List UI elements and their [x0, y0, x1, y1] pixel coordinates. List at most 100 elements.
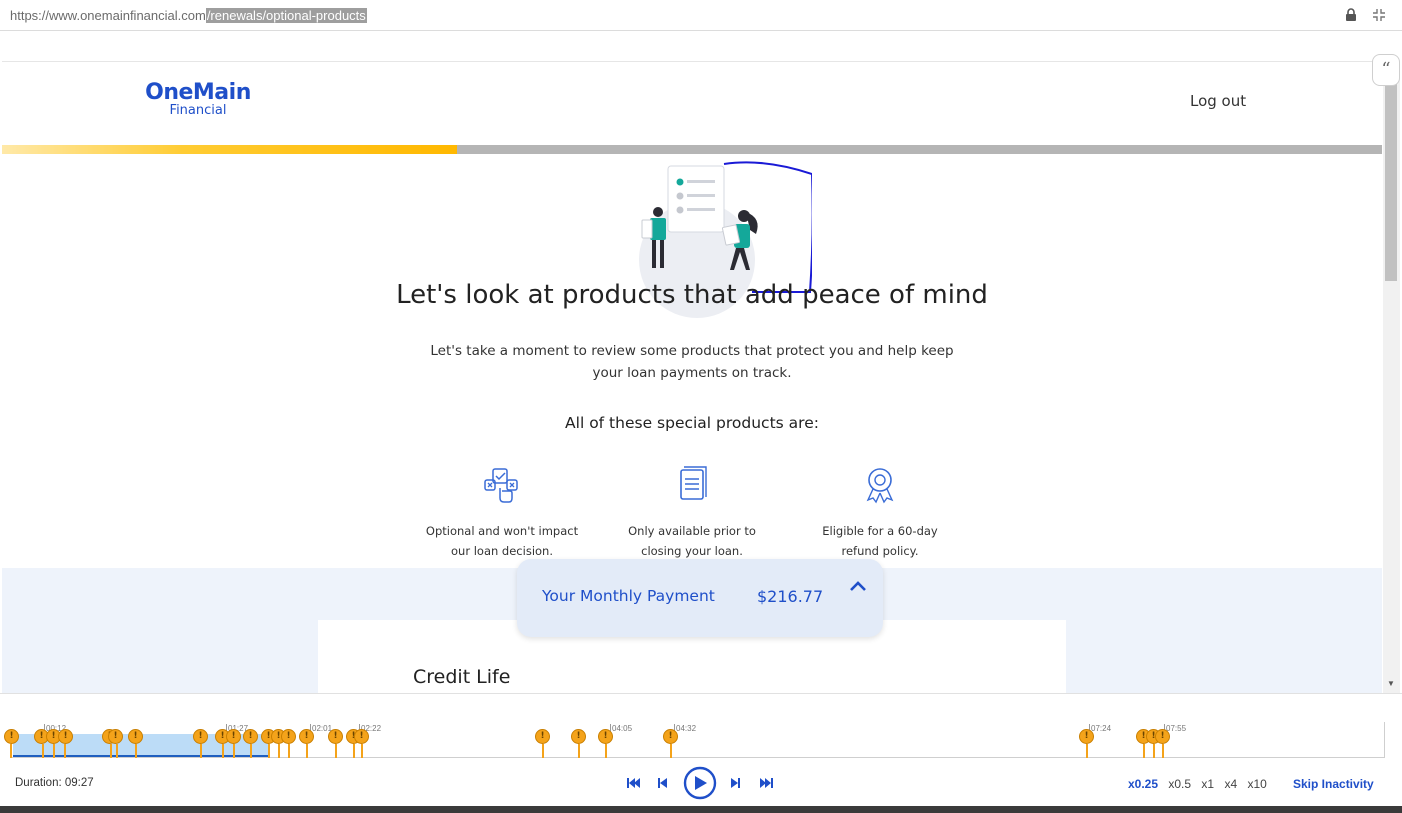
window-bottom-edge	[0, 806, 1402, 813]
event-marker-icon[interactable]: !	[1155, 729, 1170, 744]
event-marker-stem	[64, 744, 66, 758]
event-marker-icon[interactable]: !	[663, 729, 678, 744]
event-marker-stem	[200, 744, 202, 758]
choice-icon	[484, 468, 518, 503]
event-marker-stem	[110, 744, 112, 758]
replay-player: 00:12 01:27 02:01 02:22 04:05 04:32 07:2…	[0, 693, 1402, 813]
event-marker-stem	[1153, 744, 1155, 758]
feature-optional-line1: Optional and won't impact	[425, 524, 579, 538]
event-marker-stem	[268, 744, 270, 758]
event-marker-icon[interactable]: !	[354, 729, 369, 744]
feature-prior-closing: Only available prior to closing your loan…	[592, 466, 792, 561]
event-marker-stem	[578, 744, 580, 758]
monthly-payment-amount: $216.77	[757, 587, 824, 606]
progress-bar-fill	[2, 145, 458, 154]
feature-prior-closing-text: Only available prior to closing your loan…	[592, 521, 792, 561]
event-marker-icon[interactable]: !	[243, 729, 258, 744]
quote-icon[interactable]: “	[1372, 54, 1400, 86]
previous-icon[interactable]	[658, 778, 667, 788]
event-marker-icon[interactable]: !	[328, 729, 343, 744]
chevron-up-icon[interactable]	[849, 579, 867, 593]
event-marker-stem	[10, 744, 12, 758]
event-marker-stem	[1162, 744, 1164, 758]
page-scrollbar[interactable]: ▼	[1383, 61, 1400, 693]
event-marker-stem	[306, 744, 308, 758]
event-marker-icon[interactable]: !	[299, 729, 314, 744]
event-marker-stem	[53, 744, 55, 758]
frame-gap	[0, 31, 1402, 61]
event-marker-stem	[288, 744, 290, 758]
feature-refund: Eligible for a 60-day refund policy.	[780, 466, 980, 561]
expand-icon[interactable]	[1372, 8, 1386, 22]
document-icon	[680, 466, 707, 500]
feature-refund-line2: refund policy.	[841, 544, 919, 558]
speed-option[interactable]: x0.25	[1128, 777, 1158, 791]
logo-main-text: OneMain	[145, 80, 251, 105]
duration-label: Duration: 09:27	[15, 777, 94, 789]
event-marker-stem	[135, 744, 137, 758]
event-marker-icon[interactable]: !	[1079, 729, 1094, 744]
speed-option[interactable]: x10	[1247, 777, 1266, 791]
event-marker-stem	[335, 744, 337, 758]
playback-controls	[627, 766, 773, 800]
event-marker-stem	[605, 744, 607, 758]
event-marker-stem	[542, 744, 544, 758]
skip-inactivity-button[interactable]: Skip Inactivity	[1293, 777, 1374, 791]
event-marker-stem	[1143, 744, 1145, 758]
page-viewport: OneMain Financial Log out Let's look at …	[2, 61, 1382, 693]
address-bar[interactable]: https://www.onemainfinancial.com/renewal…	[0, 0, 1402, 31]
speed-option[interactable]: x0.5	[1168, 777, 1191, 791]
event-marker-icon[interactable]: !	[108, 729, 123, 744]
url-base: https://www.onemainfinancial.com	[10, 8, 206, 23]
timeline-time-label: 04:05	[612, 724, 633, 733]
timeline-time-label: 07:24	[1091, 724, 1112, 733]
feature-optional-line2: our loan decision.	[451, 544, 553, 558]
event-marker-icon[interactable]: !	[281, 729, 296, 744]
skip-to-end-icon[interactable]	[760, 778, 773, 788]
event-marker-icon[interactable]: !	[535, 729, 550, 744]
monthly-payment-panel[interactable]: Your Monthly Payment $216.77	[517, 559, 883, 637]
product-title-credit-life: Credit Life	[413, 666, 511, 688]
page-title: Let's look at products that add peace of…	[396, 280, 988, 310]
event-marker-stem	[42, 744, 44, 758]
speed-option[interactable]: x1	[1201, 777, 1214, 791]
scroll-down-arrow-icon[interactable]: ▼	[1387, 679, 1395, 688]
ribbon-award-icon	[866, 468, 894, 504]
speed-option[interactable]: x4	[1224, 777, 1237, 791]
scrollbar-thumb[interactable]	[1385, 69, 1397, 281]
feature-optional-text: Optional and won't impact our loan decisi…	[402, 521, 602, 561]
event-marker-stem	[353, 744, 355, 758]
event-marker-icon[interactable]: !	[226, 729, 241, 744]
event-marker-icon[interactable]: !	[58, 729, 73, 744]
feature-refund-text: Eligible for a 60-day refund policy.	[780, 521, 980, 561]
logo-sub-text: Financial	[169, 103, 227, 118]
skip-to-start-icon[interactable]	[627, 778, 640, 788]
feature-prior-closing-line2: closing your loan.	[641, 544, 743, 558]
timeline-time-label: 04:32	[676, 724, 697, 733]
next-icon[interactable]	[731, 778, 740, 788]
special-products-heading: All of these special products are:	[565, 414, 819, 432]
event-marker-stem	[233, 744, 235, 758]
event-marker-stem	[278, 744, 280, 758]
event-marker-icon[interactable]: !	[193, 729, 208, 744]
event-marker-stem	[222, 744, 224, 758]
play-icon[interactable]	[683, 766, 717, 800]
speed-selector: x0.25 x0.5 x1 x4 x10	[1128, 777, 1274, 791]
event-marker-stem	[116, 744, 118, 758]
onemain-logo[interactable]: OneMain Financial	[138, 80, 258, 118]
event-marker-icon[interactable]: !	[128, 729, 143, 744]
event-marker-stem	[670, 744, 672, 758]
monthly-payment-label: Your Monthly Payment	[542, 587, 715, 605]
event-marker-icon[interactable]: !	[4, 729, 19, 744]
url-text[interactable]: https://www.onemainfinancial.com/renewal…	[10, 8, 367, 23]
intro-text: Let's take a moment to review some produ…	[430, 343, 954, 381]
event-marker-icon[interactable]: !	[571, 729, 586, 744]
feature-refund-line1: Eligible for a 60-day	[822, 524, 938, 538]
event-marker-icon[interactable]: !	[598, 729, 613, 744]
event-marker-stem	[1086, 744, 1088, 758]
timeline-time-label: 07:55	[1166, 724, 1187, 733]
progress-bar	[2, 145, 1382, 154]
logout-link[interactable]: Log out	[1190, 92, 1246, 110]
feature-prior-closing-line1: Only available prior to	[628, 524, 756, 538]
event-marker-stem	[361, 744, 363, 758]
